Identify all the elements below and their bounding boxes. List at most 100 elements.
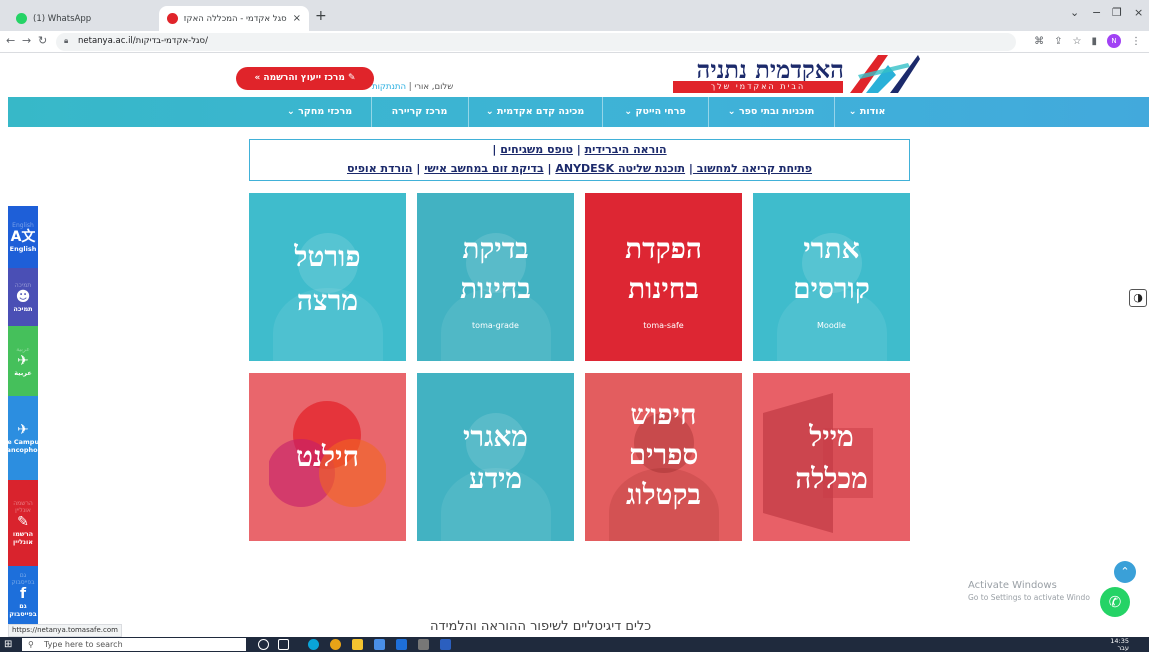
new-tab-button[interactable]: + — [315, 8, 327, 24]
tab-title: (1) WhatsApp — [33, 13, 92, 24]
zoom-check-link[interactable]: בדיקת זום במחשב אישי — [424, 162, 543, 175]
tile-hilanet[interactable]: חילנט — [249, 373, 406, 541]
edge-icon[interactable] — [308, 639, 319, 650]
search-icon: ⚲ — [28, 640, 34, 649]
tile-line-1: מאגרי — [463, 420, 528, 453]
store-icon[interactable] — [374, 639, 385, 650]
toolbar-icons: ⌘ ⇪ ☆ ▮ N ⋮ — [1034, 34, 1141, 48]
windows-start-icon[interactable]: ⊞ — [4, 639, 12, 650]
chrome-icon[interactable] — [330, 639, 341, 650]
tab-netanya[interactable]: סגל אקדמי - המכללה האקדמית נ × — [159, 6, 309, 31]
sidebar-item-francophone[interactable]: ✈ Le Campus Francophone — [0, 396, 47, 480]
quick-links-row-1: הוראה היברידית | טופס משגיחים | — [250, 143, 909, 156]
browser-toolbar: ← → ↻ 🔒︎ netanya.ac.il/סגל-אקדמי-בדיקות/… — [0, 31, 1149, 53]
nav-about[interactable]: אודות ⌄ — [834, 97, 900, 127]
app-icon[interactable] — [418, 639, 429, 650]
tile-exam-grading[interactable]: בדיקת בחינות toma-grade — [417, 193, 574, 361]
tile-catalog-search[interactable]: חיפוש ספרים בקטלוג — [585, 373, 742, 541]
proctors-form-link[interactable]: טופס משגיחים — [500, 143, 573, 156]
sidebar-item-facebook[interactable]: גם בפייסבוק f גם בפייסבוק — [8, 566, 38, 624]
input-language[interactable]: עבר — [1110, 645, 1130, 652]
scroll-to-top-icon[interactable]: ⌃ — [1114, 561, 1136, 583]
lock-icon: 🔒︎ — [64, 36, 69, 45]
address-bar[interactable]: 🔒︎ netanya.ac.il/סגל-אקדמי-בדיקות/ — [56, 33, 1016, 51]
it-ticket-link[interactable]: פתיחת קריאה למחשוב — [693, 162, 812, 175]
nav-programs[interactable]: תוכניות ובתי ספר ⌄ — [708, 97, 834, 127]
logout-link[interactable]: התנתקות — [372, 82, 406, 92]
tile-line-2: קורסים — [793, 272, 870, 305]
tile-line-1: פורטל — [294, 240, 361, 273]
sidebar-item-support[interactable]: תמיכה ☻ תמיכה — [8, 268, 38, 326]
nav-career-center[interactable]: מרכז קריירה — [371, 97, 468, 127]
tile-college-mail[interactable]: מייל מכללה — [753, 373, 910, 541]
nav-preparatory[interactable]: מכינה קדם אקדמית ⌄ — [468, 97, 602, 127]
tile-subtitle: toma-grade — [472, 321, 519, 330]
outlook-taskbar-icon[interactable] — [396, 639, 407, 650]
tile-course-sites[interactable]: אתרי קורסים Moodle — [753, 193, 910, 361]
reload-icon[interactable]: ↻ — [38, 34, 47, 47]
back-icon[interactable]: ← — [6, 34, 15, 47]
word-icon[interactable] — [440, 639, 451, 650]
search-placeholder: Type here to search — [44, 640, 123, 649]
translate-icon[interactable]: ⌘ — [1034, 36, 1044, 47]
tab-search-icon[interactable]: ⌄ — [1070, 6, 1079, 19]
menu-icon[interactable]: ⋮ — [1131, 36, 1141, 47]
contrast-toggle-icon[interactable]: ◑ — [1129, 289, 1147, 307]
share-icon[interactable]: ⇪ — [1054, 36, 1062, 47]
hybrid-teaching-link[interactable]: הוראה היברידית — [585, 143, 667, 156]
tile-line-2: בחינות — [460, 272, 531, 305]
office-download-link[interactable]: הורדת אופיס — [347, 162, 413, 175]
tile-lecturer-portal[interactable]: פורטל מרצה — [249, 193, 406, 361]
sidebar-item-online-registration[interactable]: הרשמה אונליין ✎ הרשמו אונליין — [8, 480, 38, 566]
sidebar-item-english[interactable]: English A文 English — [8, 206, 38, 268]
watermark-subtitle: Go to Settings to activate Windo — [968, 593, 1090, 602]
windows-activation-watermark: Activate Windows Go to Settings to activ… — [968, 580, 1090, 602]
nav-research-centers[interactable]: מרכזי מחקר ⌄ — [268, 97, 371, 127]
main-navigation: אודות ⌄ תוכניות ובתי ספר ⌄ פרחי הייטק ⌄ … — [8, 97, 1149, 127]
support-icon: ☻ — [15, 288, 31, 305]
sidebar-item-label: הרשמו אונליין — [12, 530, 34, 546]
side-panel-icon[interactable]: ▮ — [1091, 36, 1097, 47]
close-tab-icon[interactable]: × — [293, 13, 301, 24]
logo-subtitle: הבית האקדמי שלך — [673, 81, 843, 93]
separator: | — [543, 162, 556, 175]
nav-hitech[interactable]: פרחי הייטק ⌄ — [602, 97, 708, 127]
tile-databases[interactable]: מאגרי מידע — [417, 373, 574, 541]
netanya-favicon-icon — [167, 13, 178, 24]
url-text: netanya.ac.il/סגל-אקדמי-בדיקות/ — [78, 36, 208, 46]
language-icon: A文 — [10, 228, 36, 245]
restore-button[interactable]: ❐ — [1112, 6, 1122, 19]
tile-line-1: חילנט — [295, 440, 360, 473]
taskbar-search-input[interactable]: ⚲ Type here to search — [22, 638, 246, 651]
greeting-name: שלום, אורי — [414, 82, 454, 92]
close-window-button[interactable]: × — [1134, 6, 1143, 19]
separator: | — [412, 162, 425, 175]
whatsapp-chat-icon[interactable]: ✆ — [1100, 587, 1130, 617]
college-logo-icon[interactable] — [848, 53, 920, 95]
anydesk-link[interactable]: תוכנת שליטה ANYDESK — [555, 162, 685, 175]
tile-exam-submission[interactable]: הפקדת בחינות toma-safe — [585, 193, 742, 361]
counseling-registration-button[interactable]: ✎ מרכז ייעוץ והרשמה » — [236, 67, 374, 90]
watermark-title: Activate Windows — [968, 580, 1057, 591]
user-greeting: שלום, אורי | התנתקות — [372, 82, 454, 92]
forward-icon[interactable]: → — [22, 34, 31, 47]
sidebar-item-caption: عربية — [16, 345, 30, 353]
sidebar-item-label: Le Campus Francophone — [0, 438, 47, 454]
bookmark-star-icon[interactable]: ☆ — [1073, 36, 1082, 47]
sidebar-item-label: English — [9, 244, 37, 253]
tile-line-1: הפקדת — [625, 232, 702, 265]
sidebar-item-arabic[interactable]: عربية ✈ عربية — [8, 326, 38, 396]
tile-line-1: אתרי — [803, 232, 860, 265]
file-explorer-icon[interactable] — [352, 639, 363, 650]
site-header: האקדמית נתניה הבית האקדמי שלך שלום, אורי… — [0, 53, 1149, 97]
cortana-icon[interactable] — [258, 639, 269, 650]
sidebar-item-caption: גם בפייסבוק — [11, 572, 35, 586]
profile-avatar[interactable]: N — [1107, 34, 1121, 48]
quick-links-row-2: פתיחת קריאה למחשוב | תוכנת שליטה ANYDESK… — [250, 162, 909, 175]
minimize-button[interactable]: − — [1092, 6, 1101, 19]
tab-title: סגל אקדמי - המכללה האקדמית נ — [184, 13, 287, 24]
status-bar-url: https://netanya.tomasafe.com — [8, 624, 122, 637]
system-tray: 14:35 עבר — [1110, 638, 1129, 652]
task-view-icon[interactable] — [278, 639, 289, 650]
tile-line-3: בקטלוג — [626, 478, 701, 511]
